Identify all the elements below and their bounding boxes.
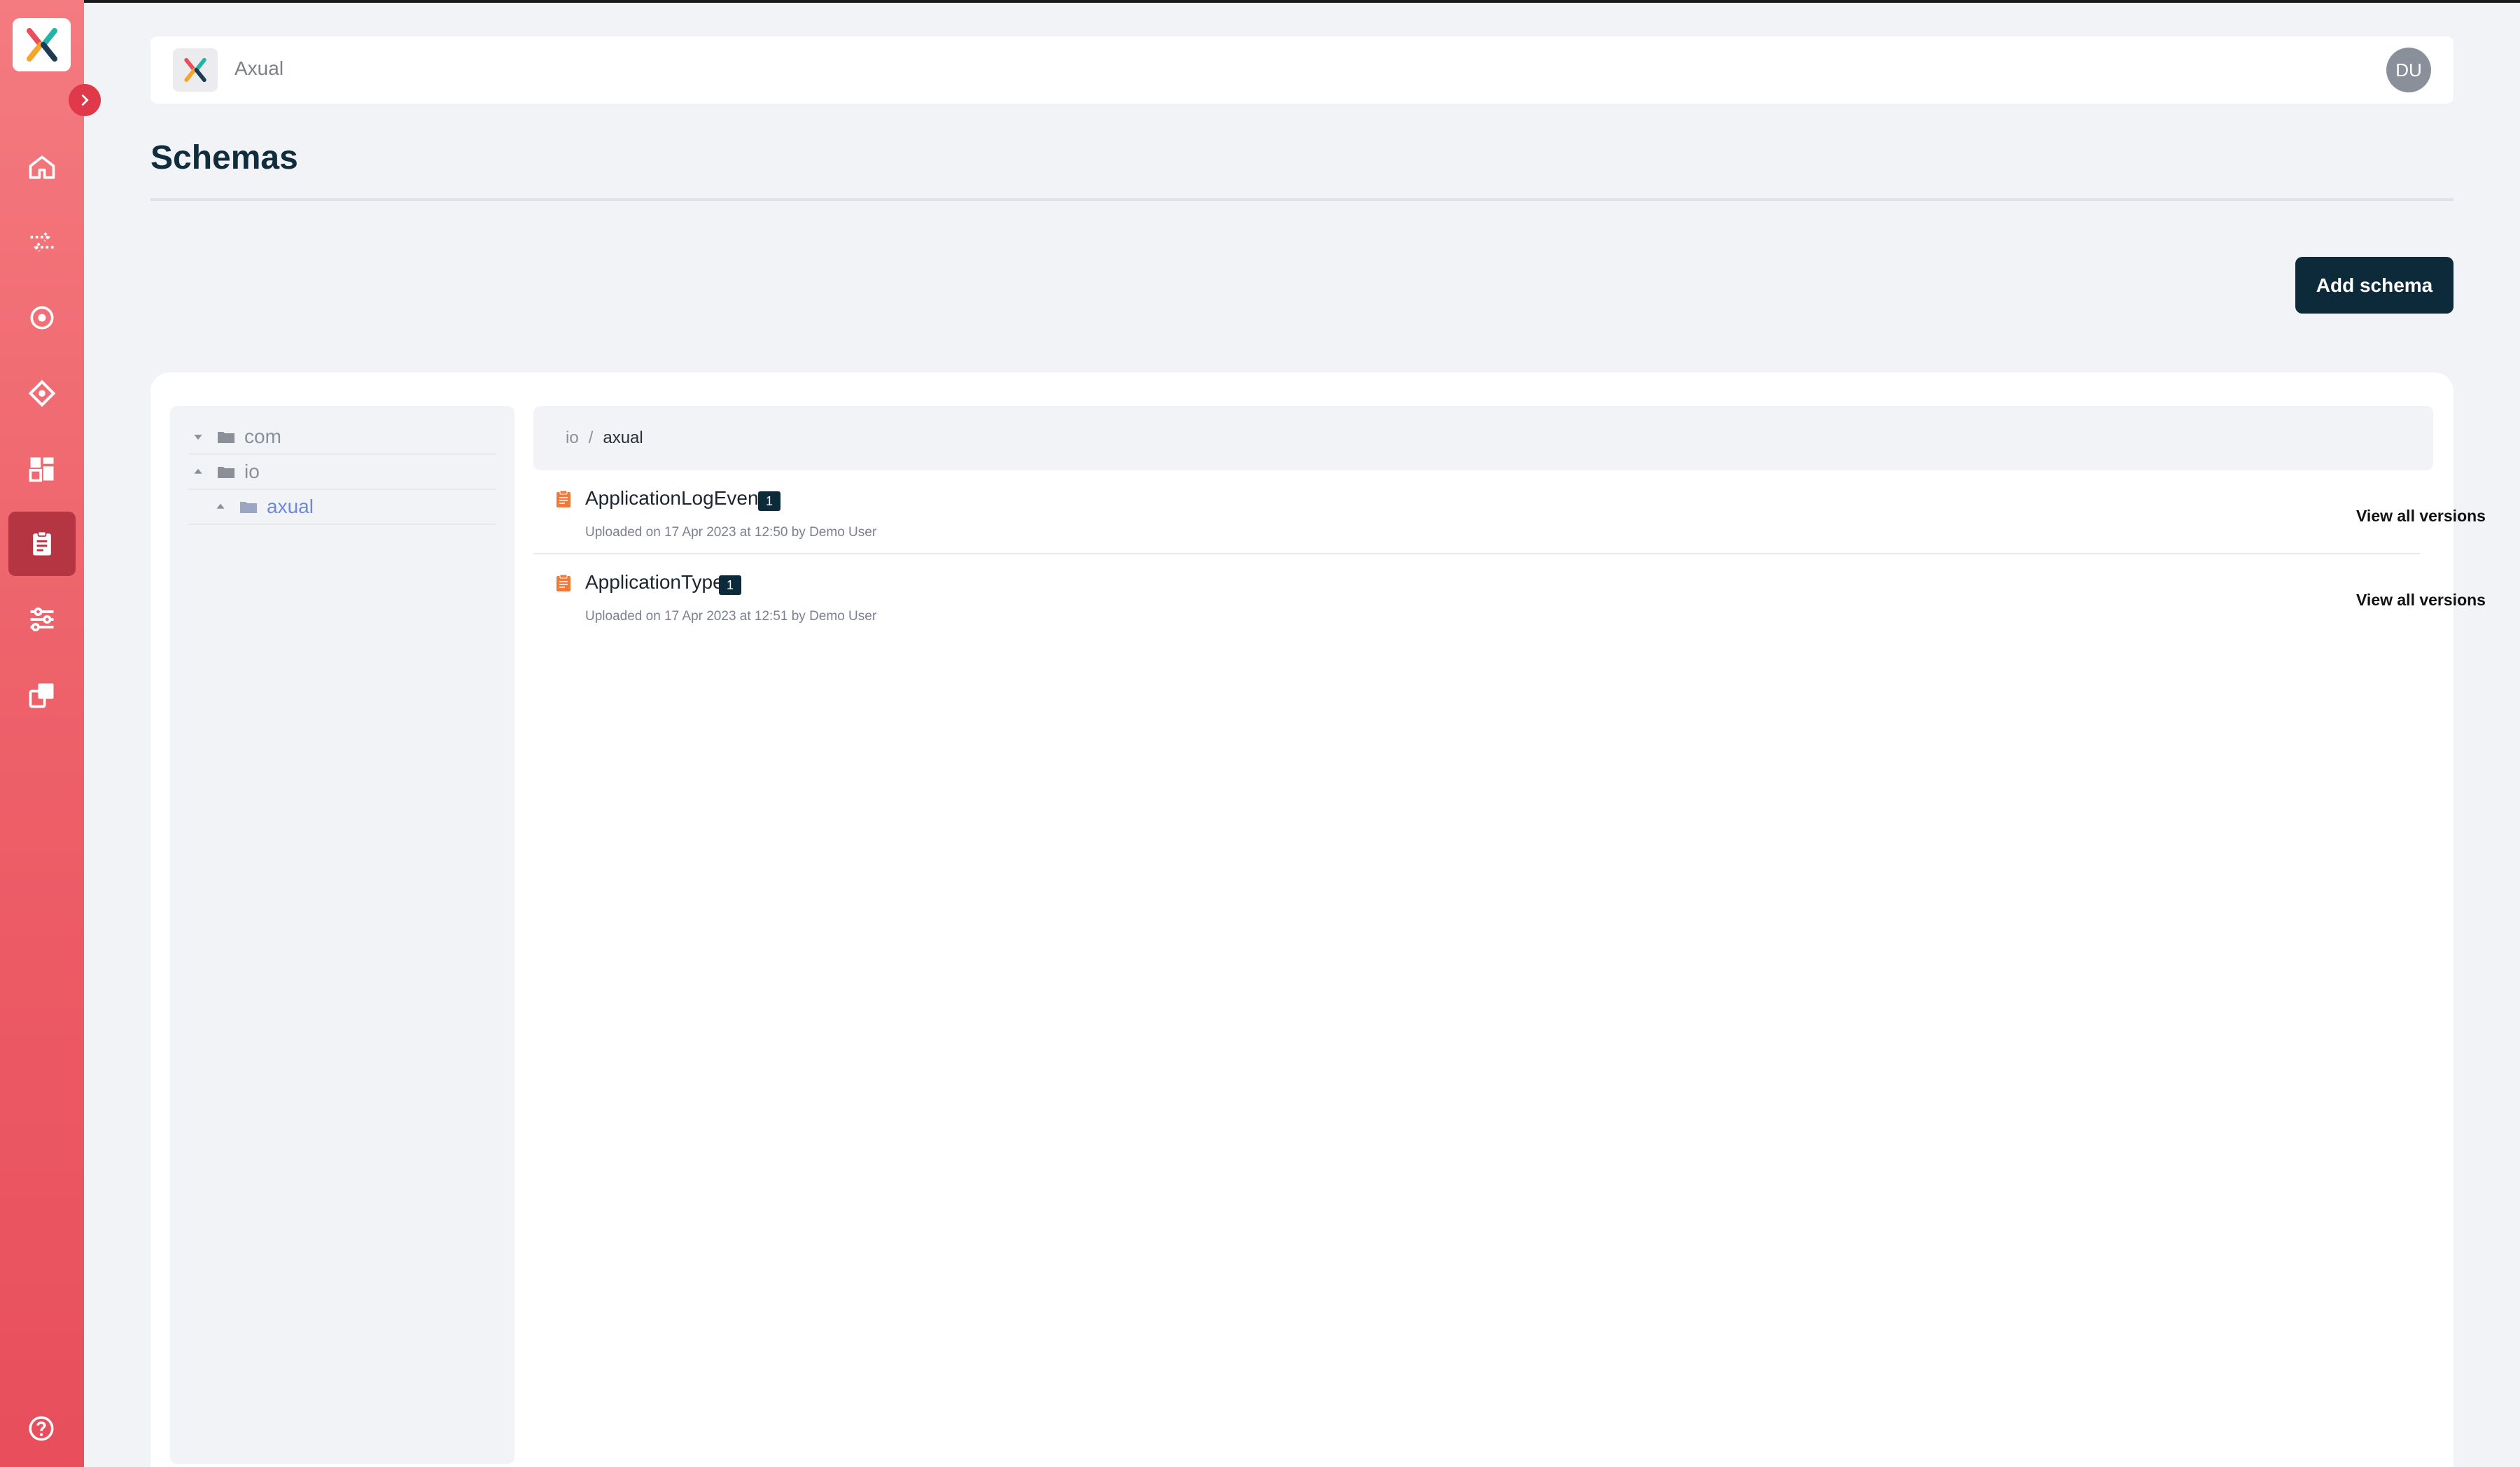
sidebar-expand-button[interactable]: [69, 84, 101, 116]
sidebar-item-applications[interactable]: [8, 361, 76, 426]
breadcrumb-separator: /: [588, 428, 594, 447]
axual-logo-icon: [26, 28, 57, 62]
target-icon: [30, 306, 54, 330]
schema-list-area: io / axual ApplicationLogEvent 1 Uploade…: [533, 406, 2486, 638]
tree-node-label: io: [244, 461, 260, 482]
tenant-logo[interactable]: [173, 48, 218, 92]
top-header: Axual DU: [150, 36, 2454, 104]
chevron-right-icon: [81, 94, 89, 106]
tree-node-axual[interactable]: axual: [188, 490, 496, 525]
version-badge: 1: [719, 575, 741, 595]
view-all-versions-link[interactable]: View all versions: [2356, 591, 2486, 610]
sidebar-item-home[interactable]: [8, 135, 76, 199]
title-divider: [150, 198, 2454, 201]
caret-up-icon[interactable]: [211, 497, 230, 517]
axual-logo[interactable]: [13, 18, 71, 71]
schema-row[interactable]: ApplicationType 1 Uploaded on 17 Apr 202…: [533, 554, 2486, 638]
environments-icon: [29, 683, 54, 708]
sidebar-item-environments[interactable]: [8, 663, 76, 727]
sidebar: [0, 0, 84, 1467]
tree-node-io[interactable]: io: [188, 455, 496, 490]
sidebar-item-target[interactable]: [8, 286, 76, 350]
schema-name[interactable]: ApplicationLogEvent: [585, 487, 764, 510]
schema-upload-info: Uploaded on 17 Apr 2023 at 12:51 by Demo…: [585, 609, 877, 624]
caret-down-icon[interactable]: [188, 427, 208, 447]
window-top-edge: [0, 0, 2520, 3]
schemas-panel: com io axual io / axual ApplicationLogEv…: [150, 372, 2486, 1467]
tree-node-label: axual: [267, 496, 314, 517]
home-icon: [29, 155, 55, 179]
breadcrumb-current: axual: [603, 428, 643, 447]
schema-name[interactable]: ApplicationType: [585, 571, 724, 594]
breadcrumb-item[interactable]: io: [566, 428, 579, 448]
view-all-versions-link[interactable]: View all versions: [2356, 507, 2486, 526]
schema-row[interactable]: ApplicationLogEvent 1 Uploaded on 17 Apr…: [533, 470, 2486, 554]
help-button[interactable]: [25, 1412, 57, 1445]
schema-file-icon: [556, 490, 570, 507]
folder-icon: [212, 462, 240, 482]
page-title: Schemas: [150, 139, 298, 176]
schemas-clipboard-icon: [33, 531, 51, 556]
applications-icon: [28, 379, 56, 407]
settings-sliders-icon: [30, 607, 54, 632]
sidebar-item-settings[interactable]: [8, 587, 76, 652]
help-icon: [29, 1416, 54, 1441]
tenant-name: Axual: [234, 57, 284, 79]
user-avatar[interactable]: DU: [2386, 48, 2431, 92]
add-schema-button[interactable]: Add schema: [2295, 257, 2454, 314]
dashboard-icon: [29, 457, 54, 482]
tree-node-label: com: [244, 426, 281, 447]
tree-node-com[interactable]: com: [188, 420, 496, 455]
namespace-tree: com io axual: [170, 406, 514, 1464]
sidebar-item-streams[interactable]: [8, 210, 76, 274]
axual-logo-icon: [184, 57, 206, 83]
caret-up-icon[interactable]: [188, 462, 208, 482]
folder-icon: [212, 427, 240, 447]
version-badge: 1: [758, 491, 780, 511]
folder-icon: [234, 497, 262, 517]
schema-upload-info: Uploaded on 17 Apr 2023 at 12:50 by Demo…: [585, 525, 877, 540]
schema-file-icon: [556, 574, 570, 591]
sidebar-item-schemas[interactable]: [8, 512, 76, 576]
sidebar-item-dashboard[interactable]: [8, 437, 76, 501]
breadcrumb: io / axual: [533, 406, 2433, 470]
streams-icon: [30, 232, 54, 253]
